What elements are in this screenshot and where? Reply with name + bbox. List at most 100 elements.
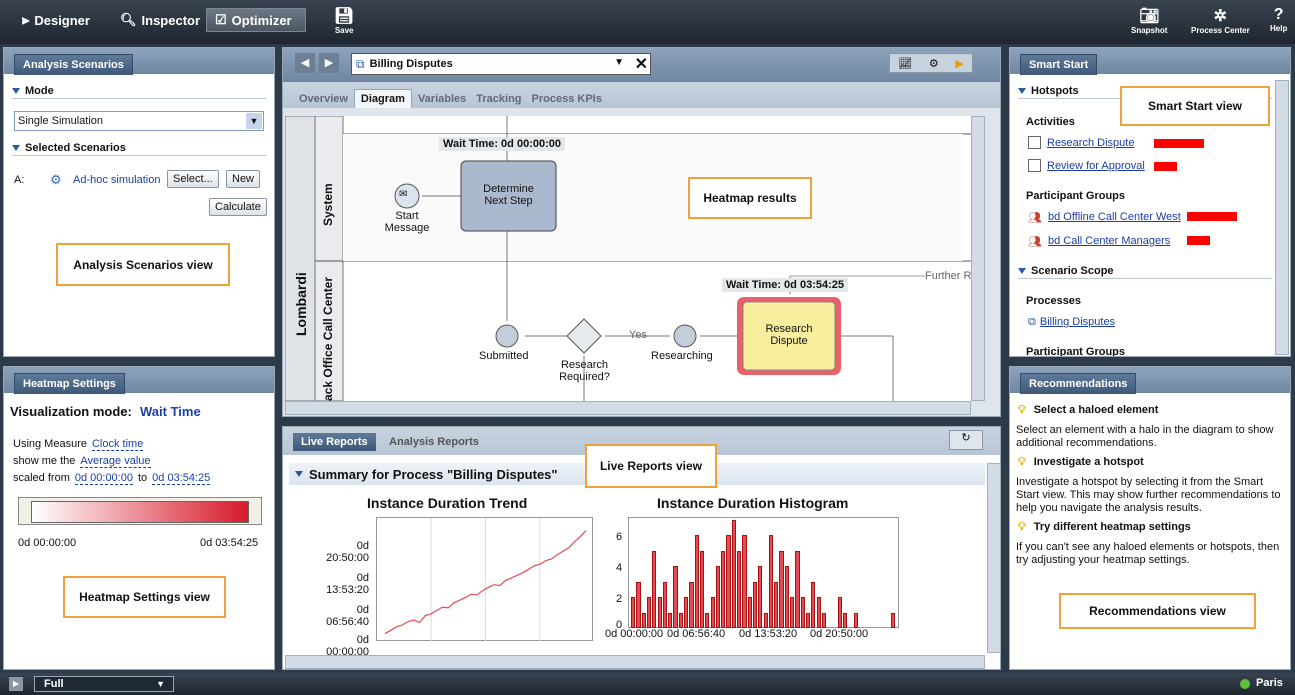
heatmap-settings-tab[interactable]: Heatmap Settings xyxy=(14,373,125,394)
hotspot-group[interactable]: 👥︎ bd Call Center Managers xyxy=(1028,235,1170,248)
save-button[interactable]: 💾︎ Save xyxy=(334,6,354,35)
histogram-bar xyxy=(652,550,657,628)
hotspot-activity[interactable]: Research Dispute xyxy=(1028,136,1134,149)
hotspot-bar xyxy=(1154,139,1204,148)
selected-scenarios-section[interactable]: Selected Scenarios xyxy=(12,142,126,154)
tab-optimizer[interactable]: ☑ Optimizer xyxy=(206,8,306,32)
select-button[interactable]: Select... xyxy=(167,170,219,188)
scenario-scope-section[interactable]: Scenario Scope xyxy=(1018,265,1114,277)
play-icon[interactable]: ▶ xyxy=(9,677,23,691)
scope-process[interactable]: ⧉ Billing Disputes xyxy=(1028,316,1115,329)
smart-start-callout: Smart Start view xyxy=(1120,86,1270,126)
wait-time-badge: Wait Time: 0d 03:54:25 xyxy=(722,278,848,292)
vertical-scrollbar[interactable] xyxy=(971,116,985,401)
process-center-button[interactable]: ✲ Process Center xyxy=(1191,6,1250,35)
tab-live-reports[interactable]: Live Reports xyxy=(293,433,376,451)
determine-next-step-activity[interactable]: Determine Next Step xyxy=(461,183,556,207)
histogram-bar xyxy=(790,597,795,628)
tab-overview[interactable]: Overview xyxy=(295,90,352,108)
tab-variables[interactable]: Variables xyxy=(414,90,470,108)
visualization-mode-value[interactable]: Wait Time xyxy=(140,404,201,419)
trend-chart xyxy=(376,517,593,642)
histogram-bar xyxy=(705,612,710,628)
histogram-bar xyxy=(795,550,800,628)
histogram-bar xyxy=(800,597,805,628)
histogram-bar xyxy=(646,597,652,628)
tab-inspector[interactable]: 🔍︎ Inspector xyxy=(112,8,210,32)
checkbox[interactable] xyxy=(1028,136,1041,149)
diagram-canvas: Lombardi System ack Office Call Center W… xyxy=(285,116,971,401)
vertical-scrollbar[interactable] xyxy=(987,463,1001,653)
histogram-bar xyxy=(837,597,842,628)
scenario-link[interactable]: Ad-hoc simulation xyxy=(73,174,160,186)
histogram-bar xyxy=(699,550,705,628)
histogram-bar xyxy=(816,597,821,628)
settings-icon[interactable]: ⚙ xyxy=(929,57,939,70)
range-to-link[interactable]: 0d 03:54:25 xyxy=(152,472,211,485)
histogram-bar xyxy=(636,581,641,628)
tab-process-kpis[interactable]: Process KPIs xyxy=(528,90,606,108)
hotspot-group[interactable]: 👥︎ bd Offline Call Center West xyxy=(1028,211,1181,224)
measure-link[interactable]: Clock time xyxy=(91,438,144,451)
trend-title: Instance Duration Trend xyxy=(367,495,528,511)
range-from-link[interactable]: 0d 00:00:00 xyxy=(74,472,133,485)
tab-analysis-reports[interactable]: Analysis Reports xyxy=(389,436,479,448)
histogram-chart xyxy=(628,517,899,628)
process-icon: ⧉ xyxy=(1028,316,1036,328)
back-arrow-icon[interactable]: ◀ xyxy=(295,53,315,73)
recommendations-tab[interactable]: Recommendations xyxy=(1020,373,1137,394)
horizontal-scrollbar[interactable] xyxy=(285,401,971,415)
tab-diagram[interactable]: Diagram xyxy=(353,89,412,108)
histogram-bar xyxy=(784,566,789,628)
analysis-scenarios-callout: Analysis Scenarios view xyxy=(56,243,230,286)
group-icon: 👥︎ xyxy=(1028,212,1042,224)
research-dispute-activity[interactable]: Research Dispute xyxy=(743,323,835,347)
trend-ytick: 0d 13:53:20 xyxy=(326,572,369,596)
histogram-bar xyxy=(641,612,646,628)
refresh-icon[interactable]: ↻ xyxy=(949,430,983,450)
diagram-panel: ◀ ▶ ⧉ Billing Disputes ▼ ✕ 📈︎ ⚙ ▶ Overview… xyxy=(282,47,1001,417)
play-icon[interactable]: ▶ xyxy=(955,57,963,70)
analysis-scenarios-tab[interactable]: Analysis Scenarios xyxy=(14,54,133,75)
histogram-bar xyxy=(768,535,774,628)
lane-system: System xyxy=(321,183,335,226)
lightbulb-icon: 💡︎ xyxy=(1018,404,1026,416)
aggregate-link[interactable]: Average value xyxy=(80,455,151,468)
process-selector[interactable]: ⧉ Billing Disputes ▼ ✕ xyxy=(351,53,651,75)
snapshot-button[interactable]: 📷︎ Snapshot xyxy=(1131,6,1167,35)
simulation-icon: ⚙ xyxy=(50,172,62,187)
histogram-bar xyxy=(742,535,747,628)
horizontal-scrollbar[interactable] xyxy=(285,655,985,669)
histogram-bar xyxy=(726,535,731,628)
chart-icon[interactable]: 📈︎ xyxy=(898,57,912,70)
view-mode-select[interactable]: Full ▼ xyxy=(34,676,174,692)
forward-arrow-icon[interactable]: ▶ xyxy=(319,53,339,73)
histogram-bar xyxy=(843,612,848,628)
calculate-button[interactable]: Calculate xyxy=(209,198,267,216)
histogram-bar xyxy=(890,612,895,628)
close-icon[interactable]: ✕ xyxy=(635,54,648,74)
heatmap-settings-panel: Heatmap Settings Visualization mode: Wai… xyxy=(3,366,275,670)
tab-tracking[interactable]: Tracking xyxy=(472,90,525,108)
histogram-bar xyxy=(731,520,736,628)
network-icon: ✲ xyxy=(1213,8,1228,25)
smart-start-tab[interactable]: Smart Start xyxy=(1020,54,1098,75)
checkbox[interactable] xyxy=(1028,159,1041,172)
heatmap-settings-callout: Heatmap Settings view xyxy=(63,576,226,618)
histogram-bar xyxy=(758,566,763,628)
help-button[interactable]: ? Help xyxy=(1270,6,1287,33)
live-reports-panel: Live Reports Analysis Reports ↻ Summary … xyxy=(282,426,1001,670)
recommendations-panel: Recommendations 💡︎ Select a haloed elemen… xyxy=(1009,366,1291,670)
live-reports-callout: Live Reports view xyxy=(585,444,717,488)
mode-section[interactable]: Mode xyxy=(12,85,54,97)
new-button[interactable]: New xyxy=(226,170,261,188)
lightbulb-icon: 💡︎ xyxy=(1018,521,1026,533)
diagram-tabs: Overview Diagram Variables Tracking Proc… xyxy=(283,82,1000,108)
histogram-bar xyxy=(774,581,779,628)
chevron-down-icon: ▼ xyxy=(614,57,624,68)
mode-select[interactable]: Single Simulation ▼ xyxy=(14,111,264,131)
vertical-scrollbar[interactable] xyxy=(1275,80,1289,355)
hotspot-activity[interactable]: Review for Approval xyxy=(1028,159,1145,172)
hotspots-section[interactable]: Hotspots xyxy=(1018,85,1079,97)
tab-designer[interactable]: ⫸ Designer xyxy=(14,8,100,32)
